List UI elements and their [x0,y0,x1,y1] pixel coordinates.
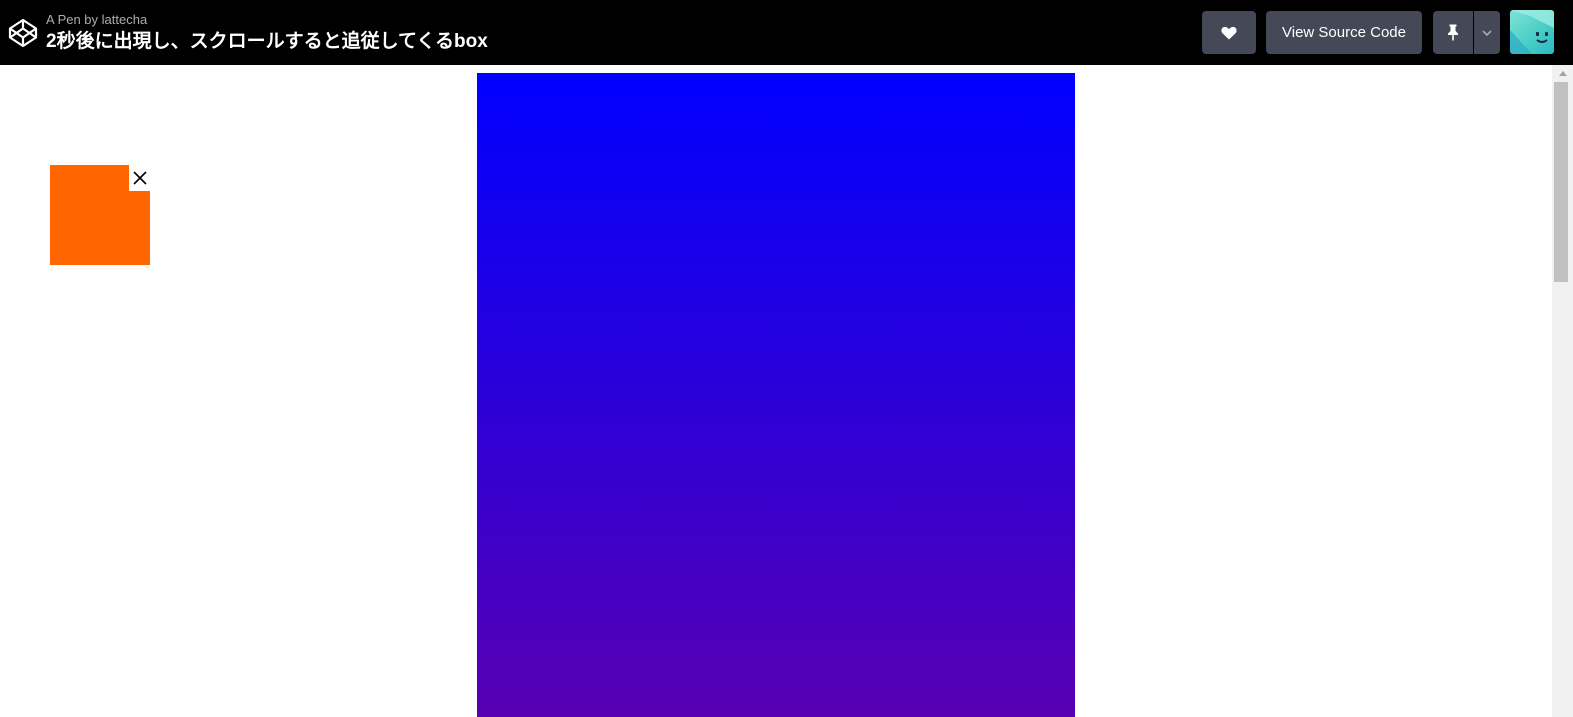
caret-up-icon [1558,71,1567,76]
close-icon [132,171,147,185]
chevron-down-icon [1482,29,1492,36]
follow-box [50,165,150,265]
vertical-scrollbar[interactable] [1552,65,1573,717]
top-bar: A Pen by lattecha 2秒後に出現し、スクロールすると追従してくる… [0,0,1573,65]
codepen-logo-icon[interactable] [7,17,39,49]
heart-icon [1221,26,1237,39]
pin-button[interactable] [1433,11,1473,54]
pin-icon [1448,24,1458,41]
pen-byline[interactable]: A Pen by lattecha [46,12,147,28]
preview-area [0,65,1552,717]
scroll-up-arrow[interactable] [1552,65,1573,82]
close-button[interactable] [129,165,150,191]
pen-title: 2秒後に出現し、スクロールすると追従してくるbox [46,31,488,52]
scrollbar-thumb[interactable] [1554,82,1568,282]
view-source-button[interactable]: View Source Code [1266,11,1422,54]
user-avatar[interactable] [1510,10,1554,54]
gradient-box [477,73,1075,717]
love-button[interactable] [1202,11,1256,54]
pin-dropdown-button[interactable] [1474,11,1500,54]
avatar-face-icon [1510,10,1554,54]
